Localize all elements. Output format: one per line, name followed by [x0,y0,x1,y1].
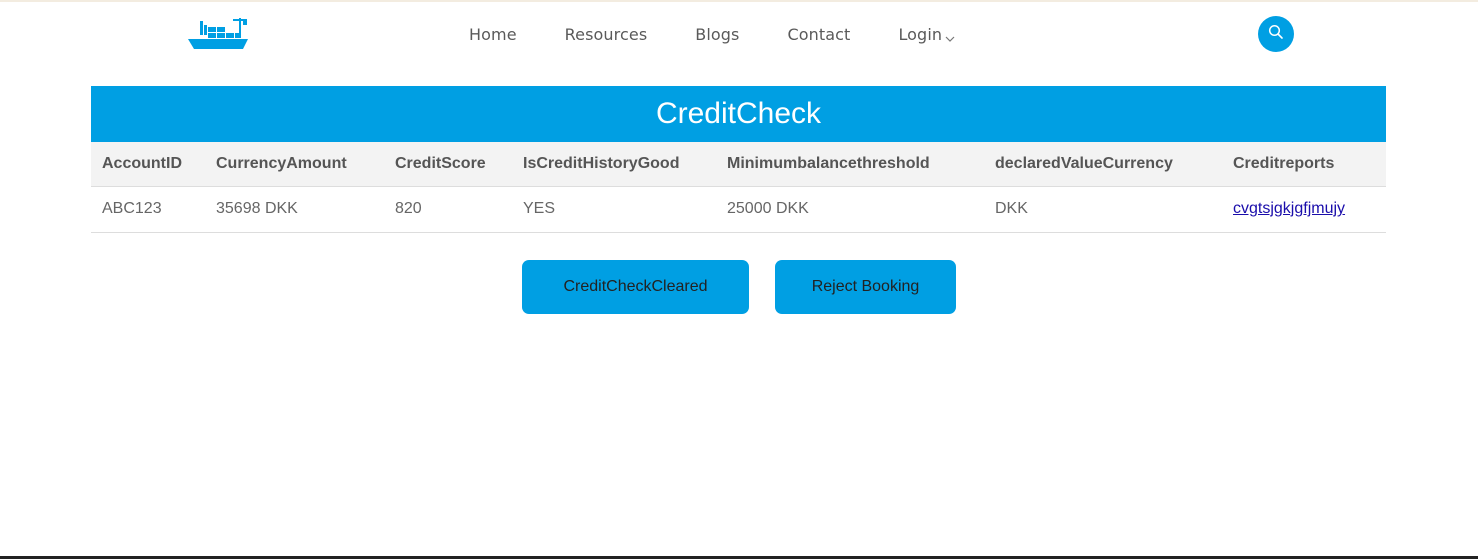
chevron-down-icon [945,29,955,42]
reject-booking-button[interactable]: Reject Booking [775,260,956,314]
nav-resources[interactable]: Resources [565,25,648,44]
nav-contact[interactable]: Contact [787,25,850,44]
cell-declaredvaluecurrency: DKK [984,186,1222,233]
column-header-declaredvaluecurrency: declaredValueCurrency [984,142,1222,187]
credit-check-table: AccountID CurrencyAmount CreditScore IsC… [91,142,1386,233]
column-header-creditscore: CreditScore [384,142,512,187]
column-header-minimumbalancethreshold: Minimumbalancethreshold [716,142,984,187]
ship-logo-icon[interactable] [187,16,249,50]
search-button[interactable] [1258,16,1294,52]
column-header-iscredithistorygood: IsCreditHistoryGood [512,142,716,187]
cell-creditscore: 820 [384,186,512,233]
cell-currencyamount: 35698 DKK [205,186,384,233]
nav-login-label: Login [898,24,943,44]
cell-minimumbalancethreshold: 25000 DKK [716,186,984,233]
nav-blogs[interactable]: Blogs [695,25,739,44]
main-nav: Home Resources Blogs Contact Login [469,22,955,46]
credit-report-link[interactable]: cvgtsjgkjgfjmujy [1233,200,1345,217]
page-title: CreditCheck [91,86,1386,142]
table-header-row: AccountID CurrencyAmount CreditScore IsC… [91,142,1386,187]
credit-check-cleared-button[interactable]: CreditCheckCleared [522,260,749,314]
column-header-accountid: AccountID [91,142,205,187]
nav-home[interactable]: Home [469,25,517,44]
cell-accountid: ABC123 [91,186,205,233]
column-header-creditreports: Creditreports [1222,142,1386,187]
column-header-currencyamount: CurrencyAmount [205,142,384,187]
table-row: ABC123 35698 DKK 820 YES 25000 DKK DKK c… [91,186,1386,233]
credit-check-panel: CreditCheck AccountID CurrencyAmount Cre… [91,86,1386,233]
search-icon [1268,24,1284,44]
cell-creditreports: cvgtsjgkjgfjmujy [1222,186,1386,233]
navbar: Home Resources Blogs Contact Login [0,2,1478,64]
cell-iscredithistorygood: YES [512,186,716,233]
nav-login-dropdown[interactable]: Login [898,25,955,44]
